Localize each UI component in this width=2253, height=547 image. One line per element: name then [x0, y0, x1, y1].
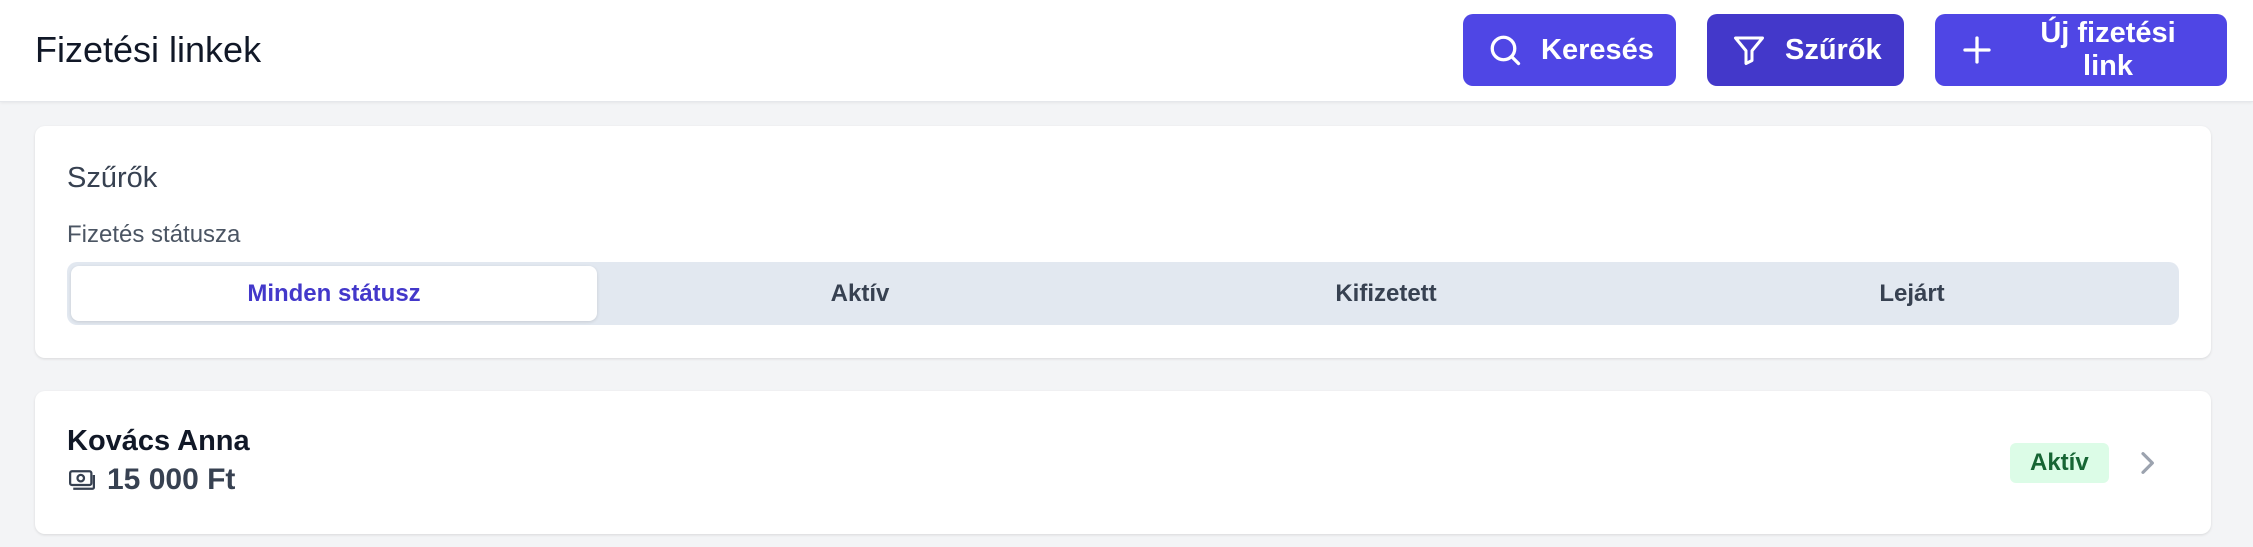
amount-row: 15 000 Ft: [67, 463, 235, 497]
filter-funnel-icon: [1734, 36, 1764, 65]
chevron-right-icon[interactable]: [2131, 447, 2163, 479]
status-option-paid[interactable]: Kifizetett: [1123, 266, 1649, 321]
payment-link-list-item[interactable]: Kovács Anna 15 000 Ft Aktív: [35, 391, 2211, 534]
search-button-label: Keresés: [1541, 33, 1654, 66]
new-payment-link-label: Új fizetési link: [2040, 17, 2176, 82]
payment-amount: 15 000 Ft: [107, 463, 236, 496]
plus-icon: [1963, 36, 1991, 64]
search-icon: [1490, 35, 1521, 66]
new-payment-link-button[interactable]: Új fizetési link: [1935, 14, 2227, 86]
filters-toggle-button[interactable]: Szűrők: [1707, 14, 1904, 86]
status-option-active[interactable]: Aktív: [597, 266, 1123, 321]
filters-button-label: Szűrők: [1785, 33, 1882, 66]
status-option-all[interactable]: Minden státusz: [71, 266, 597, 321]
filters-panel-title: Szűrők: [67, 162, 158, 194]
banknote-icon: [69, 470, 95, 490]
customer-name: Kovács Anna: [67, 425, 250, 457]
status-option-expired[interactable]: Lejárt: [1649, 266, 2175, 321]
search-button[interactable]: Keresés: [1463, 14, 1676, 86]
filters-panel: Szűrők Fizetés státusza Minden státusz A…: [35, 126, 2211, 358]
status-badge: Aktív: [2010, 443, 2109, 483]
top-header: Fizetési linkek Keresés Szűrők Új fizeté…: [0, 0, 2253, 102]
payment-status-segmented-control: Minden státusz Aktív Kifizetett Lejárt: [67, 262, 2179, 325]
payment-status-label: Fizetés státusza: [67, 221, 241, 248]
page-title: Fizetési linkek: [35, 29, 262, 70]
